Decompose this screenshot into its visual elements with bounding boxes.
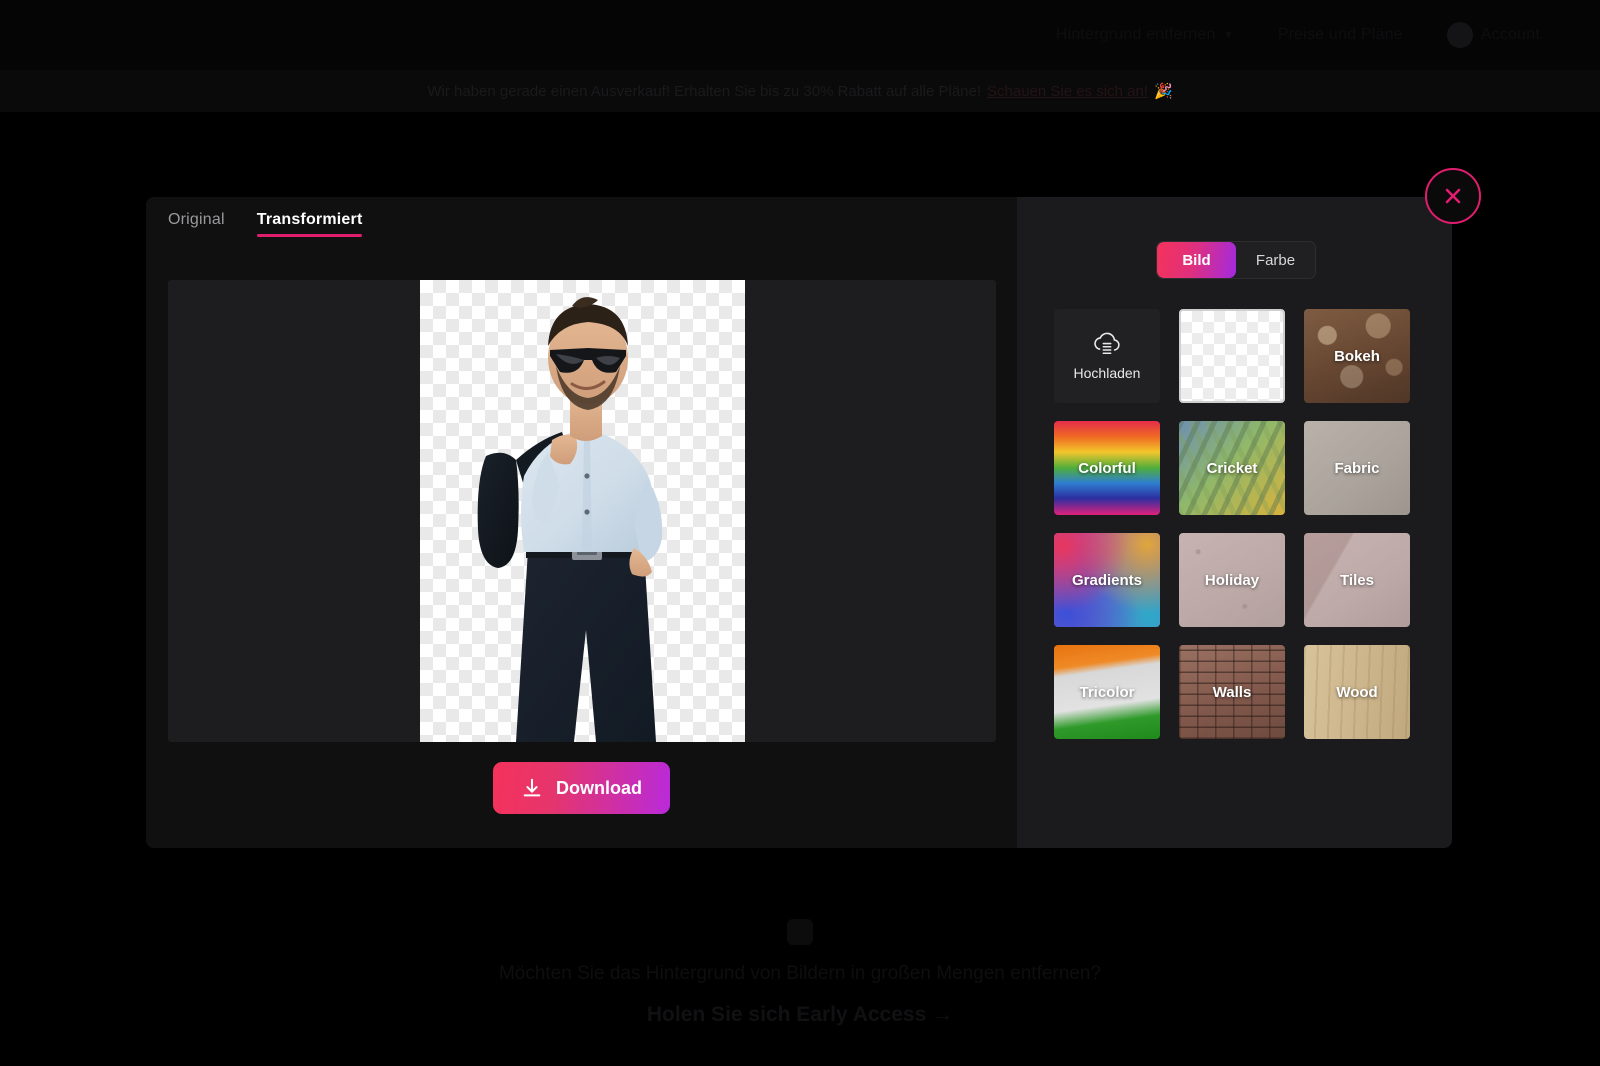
swatch-gradients[interactable]: Gradients (1054, 533, 1160, 627)
swatch-cricket[interactable]: Cricket (1179, 421, 1285, 515)
account-label: Account (1480, 26, 1540, 43)
early-access-link[interactable]: Holen Sie sich Early Access → (647, 1003, 953, 1027)
result-modal: Original Transformiert Download Bild Far… (146, 197, 1452, 848)
swatch-label: Tiles (1340, 571, 1374, 589)
promo-text: Wir haben gerade einen Ausverkauf! Erhal… (427, 82, 982, 100)
swatch-tricolor[interactable]: Tricolor (1054, 645, 1160, 739)
nav-item-label: Preise und Pläne (1277, 26, 1403, 43)
preview-tabs: Original Transformiert (168, 211, 362, 237)
cloud-upload-icon (1094, 332, 1120, 354)
toggle-bild[interactable]: Bild (1157, 242, 1236, 278)
chevron-down-icon: ▼ (1223, 29, 1234, 41)
background-panel: Bild Farbe Hochladen Bokeh Colorful Cric… (1017, 197, 1452, 848)
toggle-farbe[interactable]: Farbe (1236, 242, 1315, 278)
swatch-holiday[interactable]: Holiday (1179, 533, 1285, 627)
nav-item-label: Hintergrund entfernen (1055, 26, 1216, 43)
swatch-label: Colorful (1078, 459, 1136, 477)
party-emoji-icon: 🎉 (1153, 83, 1173, 100)
preview-canvas (168, 280, 996, 742)
account-menu[interactable]: Account (1446, 22, 1540, 48)
background-type-toggle: Bild Farbe (1156, 241, 1316, 279)
download-icon (523, 778, 541, 797)
download-button-label: Download (556, 777, 642, 798)
swatch-wood[interactable]: Wood (1304, 645, 1410, 739)
tab-original[interactable]: Original (168, 211, 225, 237)
background-swatch-grid: Hochladen Bokeh Colorful Cricket Fabric … (1054, 309, 1414, 739)
transparent-checkerboard (419, 280, 745, 742)
bottom-headline: Möchten Sie das Hintergrund von Bildern … (498, 962, 1102, 984)
swatch-label: Holiday (1204, 571, 1260, 589)
swatch-upload[interactable]: Hochladen (1054, 309, 1160, 403)
bulk-icon (787, 918, 813, 945)
nav-item-pricing[interactable]: Preise und Pläne (1278, 26, 1403, 44)
swatch-label: Tricolor (1079, 683, 1135, 701)
swatch-label: Gradients (1071, 571, 1143, 589)
swatch-label: Walls (1212, 683, 1252, 701)
download-action-row: Download (146, 762, 1017, 814)
swatch-tiles[interactable]: Tiles (1304, 533, 1410, 627)
swatch-label: Bokeh (1334, 347, 1380, 365)
swatch-label: Wood (1336, 683, 1378, 701)
close-icon (1445, 188, 1461, 204)
avatar (1446, 22, 1473, 48)
swatch-colorful[interactable]: Colorful (1054, 421, 1160, 515)
swatch-label: Fabric (1334, 459, 1380, 477)
nav-item-remove-background[interactable]: Hintergrund entfernen ▼ (1056, 26, 1234, 44)
subject-photo (477, 297, 662, 742)
swatch-upload-label: Hochladen (1073, 364, 1141, 381)
bottom-promo-section: Möchten Sie das Hintergrund von Bildern … (0, 880, 1600, 1066)
download-button[interactable]: Download (493, 762, 670, 814)
tab-transformiert[interactable]: Transformiert (256, 211, 363, 237)
swatch-walls[interactable]: Walls (1179, 645, 1285, 739)
swatch-bokeh[interactable]: Bokeh (1304, 309, 1410, 403)
app-root: Hintergrund entfernen ▼ Preise und Pläne… (0, 0, 1600, 1066)
promo-link[interactable]: Schauen Sie es sich an! (987, 83, 1148, 100)
swatch-transparent[interactable] (1179, 309, 1285, 403)
top-navigation-bar: Hintergrund entfernen ▼ Preise und Pläne… (0, 0, 1600, 70)
promo-banner: Wir haben gerade einen Ausverkauf! Erhal… (0, 70, 1600, 112)
close-modal-button[interactable] (1425, 168, 1481, 224)
swatch-fabric[interactable]: Fabric (1304, 421, 1410, 515)
swatch-label: Cricket (1206, 459, 1258, 477)
modal-preview-pane: Original Transformiert Download (146, 197, 1017, 848)
